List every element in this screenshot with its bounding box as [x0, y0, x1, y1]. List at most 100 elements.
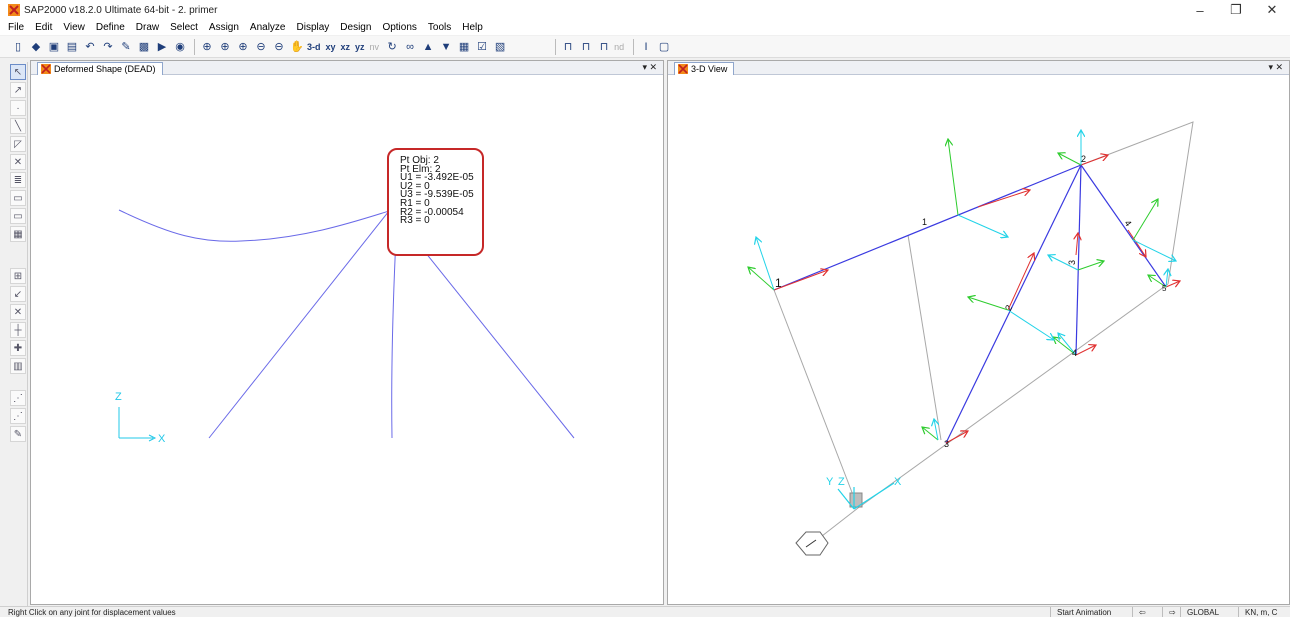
new-model-icon[interactable]: ▯ [10, 39, 26, 55]
quick-draw-braces-icon[interactable]: ✕ [10, 154, 26, 170]
frame-gray-top[interactable] [1080, 121, 1194, 285]
view-xz-button[interactable]: xz [341, 42, 351, 52]
restore-button[interactable]: ❐ [1218, 0, 1254, 20]
start-animation-button[interactable]: Start Animation [1050, 607, 1132, 617]
close-button[interactable]: ✕ [1254, 0, 1290, 20]
quick-draw-frame-icon[interactable]: ◸ [10, 136, 26, 152]
save-icon[interactable]: ▣ [46, 39, 62, 55]
deformed-shape-canvas[interactable]: 2 X Z [31, 75, 663, 605]
draw-joint-icon[interactable]: · [10, 100, 26, 116]
pointer-icon[interactable]: ↖ [10, 64, 26, 80]
zoom-in-icon[interactable]: ⊕ [235, 39, 251, 55]
set-display-icon[interactable]: ☑ [474, 39, 490, 55]
lock-icon[interactable]: ▩ [136, 39, 152, 55]
menu-help[interactable]: Help [462, 22, 483, 33]
frame-label-3[interactable]: 3 [1067, 260, 1077, 265]
quick-draw-area-icon[interactable]: ▦ [10, 226, 26, 242]
draw-area-icon[interactable]: ▢ [656, 39, 672, 55]
run-analysis-icon[interactable]: ▶ [154, 39, 170, 55]
nd-button[interactable]: nd [614, 42, 624, 52]
zoom-out-icon[interactable]: ⊖ [253, 39, 269, 55]
menu-select[interactable]: Select [170, 22, 198, 33]
menu-analyze[interactable]: Analyze [250, 22, 286, 33]
next-arrow-icon[interactable]: ⇨ [1162, 607, 1180, 617]
rotate-icon[interactable]: ↻ [384, 39, 400, 55]
intersecting-line-icon[interactable]: ┼ [10, 322, 26, 338]
tab-3d-view[interactable]: 3-D View [674, 62, 735, 75]
view-nv-button[interactable]: nv [370, 42, 380, 52]
object-shrink-icon[interactable]: ▦ [456, 39, 472, 55]
global-x-axis-label: X [894, 476, 902, 488]
tab-deformed-shape[interactable]: Deformed Shape (DEAD) [37, 62, 163, 75]
3d-view-pane[interactable]: 3-D View ▾ ✕ 1 2 3 4 5 1 2 3 4 X Y Z [667, 60, 1290, 605]
menu-display[interactable]: Display [297, 22, 330, 33]
local-axis-1-arrow [977, 190, 1030, 208]
perspective-icon[interactable]: ∞ [402, 39, 418, 55]
snap-icon[interactable]: ✚ [10, 340, 26, 356]
menu-edit[interactable]: Edit [35, 22, 52, 33]
draw-frame-icon[interactable]: ╲ [10, 118, 26, 134]
snap-intersections-icon[interactable]: ✎ [10, 426, 26, 442]
3d-view-canvas[interactable]: 1 2 3 4 5 1 2 3 4 X Y Z [668, 75, 1289, 605]
draw-rect-area-icon[interactable]: ▭ [10, 208, 26, 224]
previous-arrow-icon[interactable]: ⇦ [1132, 607, 1162, 617]
quick-draw-secondary-icon[interactable]: ≣ [10, 172, 26, 188]
move-up-icon[interactable]: ▲ [420, 39, 436, 55]
left-pane-controls[interactable]: ▾ ✕ [642, 62, 657, 73]
right-pane-tabstrip: 3-D View ▾ ✕ [668, 61, 1289, 75]
deformed-shape-pane[interactable]: Deformed Shape (DEAD) ▾ ✕ 2 X Z Pt Obj: … [30, 60, 664, 605]
grid-options-icon[interactable]: ▥ [10, 358, 26, 374]
joint-label-5[interactable]: 5 [1162, 284, 1167, 293]
view-3d-button[interactable]: 3-d [307, 42, 321, 52]
snap-ends-icon[interactable]: ⋰ [10, 408, 26, 424]
zoom-restore-icon[interactable]: ⊕ [217, 39, 233, 55]
redo-icon[interactable]: ↷ [100, 39, 116, 55]
view-xy-button[interactable]: xy [326, 42, 336, 52]
undo-icon[interactable]: ↶ [82, 39, 98, 55]
snap-points-icon[interactable]: ⋰ [10, 390, 26, 406]
frame-label-1[interactable]: 1 [922, 217, 927, 227]
open-icon[interactable]: ◆ [28, 39, 44, 55]
joint-label-4[interactable]: 4 [1072, 348, 1077, 358]
frame-gray-column[interactable] [773, 289, 859, 509]
right-pane-controls[interactable]: ▾ ✕ [1268, 62, 1283, 73]
frame-icon[interactable]: ⊓ [560, 39, 576, 55]
minimize-button[interactable]: – [1182, 0, 1218, 20]
joint-label-2[interactable]: 2 [1081, 154, 1086, 164]
frame-bracing-icon[interactable]: ⊓ [596, 39, 612, 55]
zoom-default-icon[interactable]: ⊖ [271, 39, 287, 55]
local-axis-green [1077, 261, 1104, 271]
frame-gray-inner[interactable] [907, 234, 942, 441]
menu-tools[interactable]: Tools [428, 22, 451, 33]
draw-special-joint-icon[interactable]: I [638, 39, 654, 55]
select-all-icon[interactable]: ⊞ [10, 268, 26, 284]
draw-poly-area-icon[interactable]: ▭ [10, 190, 26, 206]
menu-define[interactable]: Define [96, 22, 125, 33]
menu-assign[interactable]: Assign [209, 22, 239, 33]
menu-options[interactable]: Options [382, 22, 416, 33]
get-previous-selection-icon[interactable]: ↙ [10, 286, 26, 302]
menu-view[interactable]: View [63, 22, 85, 33]
frame-gray-base[interactable] [857, 283, 1169, 509]
menu-file[interactable]: File [8, 22, 24, 33]
pan-icon[interactable]: ✋ [289, 39, 305, 55]
coordinate-system-dropdown[interactable]: GLOBAL [1180, 607, 1238, 617]
joint-label-1[interactable]: 1 [775, 276, 782, 290]
reshaper-icon[interactable]: ↗ [10, 82, 26, 98]
frame-brace-2[interactable] [945, 164, 1082, 444]
run-now-icon[interactable]: ◉ [172, 39, 188, 55]
frame-quick-icon[interactable]: ⊓ [578, 39, 594, 55]
frame-beam-1[interactable] [773, 164, 1082, 291]
joint-label-3[interactable]: 3 [944, 439, 949, 449]
menu-design[interactable]: Design [340, 22, 371, 33]
units-dropdown[interactable]: KN, m, C [1238, 607, 1290, 617]
pencil-icon[interactable]: ✎ [118, 39, 134, 55]
zoom-window-icon[interactable]: ⊕ [199, 39, 215, 55]
menu-draw[interactable]: Draw [136, 22, 159, 33]
clear-selection-icon[interactable]: ✕ [10, 304, 26, 320]
frame-brace-4[interactable] [1080, 164, 1167, 288]
view-yz-button[interactable]: yz [355, 42, 365, 52]
design-icon[interactable]: ▧ [492, 39, 508, 55]
move-down-icon[interactable]: ▼ [438, 39, 454, 55]
print-icon[interactable]: ▤ [64, 39, 80, 55]
